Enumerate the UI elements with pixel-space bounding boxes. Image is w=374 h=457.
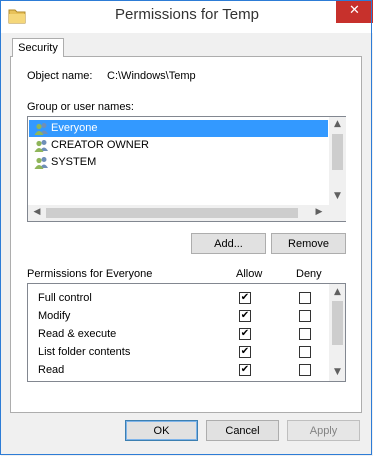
users-icon	[34, 140, 48, 152]
group-list-vscrollbar[interactable]: ▲ ▼	[329, 117, 346, 205]
tab-security[interactable]: Security	[12, 38, 64, 57]
cancel-button[interactable]: Cancel	[206, 420, 279, 441]
permission-name: Read	[38, 364, 65, 376]
list-item-label: CREATOR OWNER	[51, 139, 149, 151]
group-listbox[interactable]: Everyone CREATOR OWNER SYSTEM ▲ ▼ ◀ ▶	[27, 116, 346, 222]
object-name-value: C:\Windows\Temp	[107, 70, 196, 82]
permissions-listbox[interactable]: Full control ✔ Modify ✔ Read & execute ✔…	[27, 283, 346, 382]
permission-name: List folder contents	[38, 346, 131, 358]
scroll-corner	[329, 205, 346, 221]
deny-checkbox[interactable]	[299, 310, 311, 322]
permission-row	[28, 379, 333, 382]
object-name-label: Object name:	[27, 70, 93, 82]
scroll-thumb[interactable]	[46, 208, 298, 218]
allow-checkbox[interactable]: ✔	[239, 310, 251, 322]
scroll-up-icon[interactable]: ▲	[329, 287, 345, 297]
window-title: Permissions for Temp	[115, 6, 259, 23]
allow-checkbox[interactable]: ✔	[239, 292, 251, 304]
permission-name: Modify	[38, 310, 71, 322]
allow-checkbox[interactable]: ✔	[239, 346, 251, 358]
list-item[interactable]: SYSTEM	[29, 154, 328, 171]
permission-row: Read ✔	[28, 361, 333, 379]
allow-checkbox[interactable]: ✔	[239, 328, 251, 340]
scroll-up-icon[interactable]: ▲	[329, 119, 346, 129]
deny-checkbox[interactable]	[299, 292, 311, 304]
scroll-thumb[interactable]	[332, 134, 343, 170]
scroll-down-icon[interactable]: ▼	[329, 367, 345, 377]
permission-row: List folder contents ✔	[28, 343, 333, 361]
permission-row: Modify ✔	[28, 307, 333, 325]
list-item-label: SYSTEM	[51, 156, 97, 168]
scroll-thumb[interactable]	[332, 301, 343, 345]
deny-checkbox[interactable]	[299, 381, 311, 382]
allow-header: Allow	[236, 268, 263, 280]
apply-button[interactable]: Apply	[287, 420, 360, 441]
ok-button[interactable]: OK	[125, 420, 198, 441]
close-button[interactable]: ✕	[336, 0, 373, 23]
permission-row: Read & execute ✔	[28, 325, 333, 343]
deny-checkbox[interactable]	[299, 346, 311, 358]
permission-name: Full control	[38, 292, 92, 304]
scroll-left-icon[interactable]: ◀	[31, 207, 43, 217]
deny-checkbox[interactable]	[299, 364, 311, 376]
list-item[interactable]: Everyone	[29, 120, 328, 137]
group-list-label: Group or user names:	[27, 101, 134, 113]
list-item-label: Everyone	[51, 122, 98, 134]
deny-checkbox[interactable]	[299, 328, 311, 340]
permission-row: Full control ✔	[28, 289, 333, 307]
users-icon	[34, 157, 48, 169]
users-icon	[34, 123, 48, 135]
group-list-hscrollbar[interactable]: ◀ ▶	[28, 205, 329, 221]
permission-name: Read & execute	[38, 328, 117, 340]
scroll-right-icon[interactable]: ▶	[313, 207, 325, 217]
allow-checkbox[interactable]: ✔	[239, 364, 251, 376]
allow-checkbox[interactable]	[239, 381, 251, 382]
deny-header: Deny	[296, 268, 322, 280]
list-item[interactable]: CREATOR OWNER	[29, 137, 328, 154]
scroll-down-icon[interactable]: ▼	[329, 191, 346, 201]
add-button[interactable]: Add...	[191, 233, 266, 254]
remove-button[interactable]: Remove	[271, 233, 346, 254]
permissions-vscrollbar[interactable]: ▲ ▼	[329, 284, 345, 381]
permissions-label: Permissions for Everyone	[27, 268, 153, 280]
